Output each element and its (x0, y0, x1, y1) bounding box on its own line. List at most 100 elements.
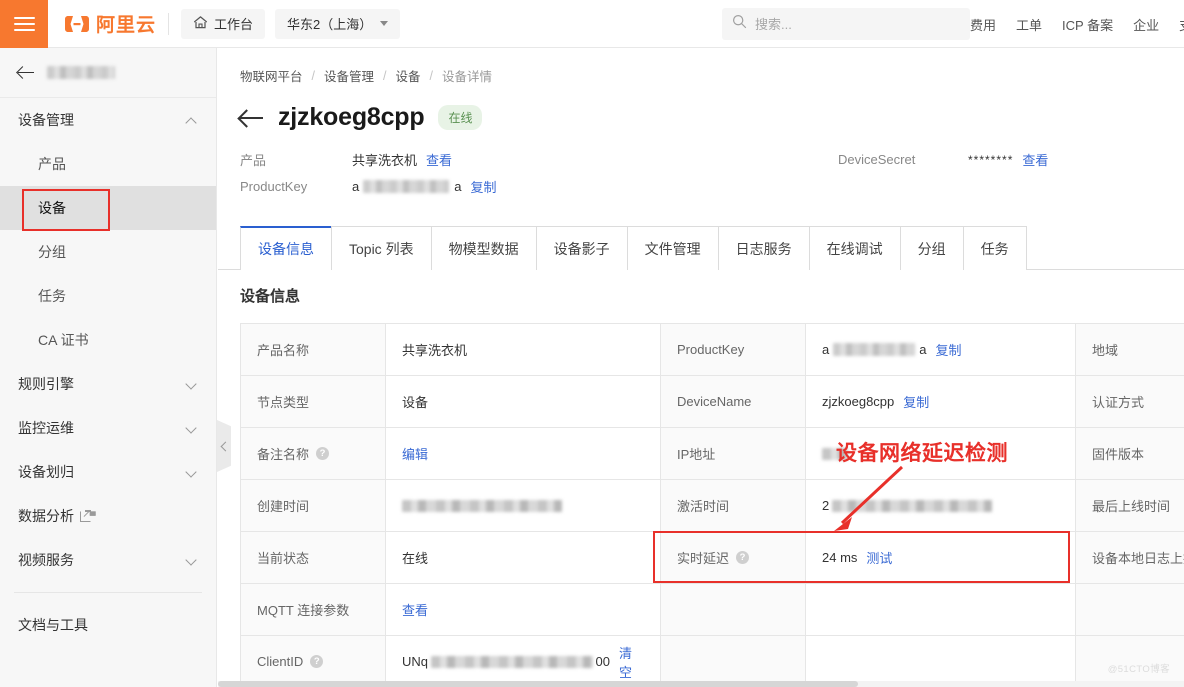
breadcrumb-item-2[interactable]: 设备 (396, 66, 421, 85)
nav-item-2[interactable]: ICP 备案 (1062, 15, 1113, 34)
tab-device-info[interactable]: 设备信息 (240, 226, 332, 270)
view-device-secret-link[interactable]: 查看 (1022, 150, 1048, 169)
sidebar-collapse-handle[interactable] (217, 420, 231, 472)
tab-tsl-data[interactable]: 物模型数据 (431, 226, 537, 270)
external-link-icon (80, 511, 91, 522)
meta-label: ProductKey (240, 179, 352, 194)
sidebar-group-label: 设备管理 (18, 110, 74, 130)
cell-value: 在线 (386, 532, 661, 583)
sidebar-instance-name-redacted (47, 66, 115, 79)
view-product-link[interactable]: 查看 (426, 150, 452, 169)
status-badge: 在线 (438, 105, 482, 130)
sidebar-item-docs-and-tools[interactable]: 文档与工具 (0, 603, 216, 647)
sidebar-item-products[interactable]: 产品 (0, 142, 216, 186)
tab-log-service[interactable]: 日志服务 (718, 226, 810, 270)
sidebar-item-jobs[interactable]: 任务 (0, 274, 216, 318)
sidebar-group-rules-engine[interactable]: 规则引擎 (0, 362, 216, 406)
region-selector[interactable]: 华东2（上海） (275, 9, 400, 39)
sidebar-separator (14, 592, 202, 593)
chevron-down-icon (187, 467, 198, 478)
edit-nickname-link[interactable]: 编辑 (402, 444, 428, 463)
cell-value-empty (806, 636, 1076, 687)
cell-label: 固件版本 (1076, 428, 1184, 479)
sidebar-item-label: CA 证书 (38, 330, 89, 350)
value-text: 在线 (402, 548, 428, 567)
tab-bar: 设备信息 Topic 列表 物模型数据 设备影子 文件管理 日志服务 在线调试 … (218, 226, 1184, 270)
tab-device-shadow[interactable]: 设备影子 (536, 226, 628, 270)
cell-value (386, 480, 661, 531)
cell-value: 编辑 (386, 428, 661, 479)
aliyun-logo-icon (64, 11, 90, 37)
breadcrumb-item-0[interactable]: 物联网平台 (240, 66, 303, 85)
cell-label: MQTT 连接参数 (241, 584, 386, 635)
tab-label: Topic 列表 (349, 239, 414, 259)
sidebar-group-device-management[interactable]: 设备管理 (0, 98, 216, 142)
label-text: 固件版本 (1092, 444, 1144, 463)
cell-value: 查看 (386, 584, 661, 635)
search-input[interactable] (755, 17, 960, 32)
tab-online-debug[interactable]: 在线调试 (809, 226, 901, 270)
label-text: 当前状态 (257, 548, 309, 567)
label-text: 产品名称 (257, 340, 309, 359)
help-icon[interactable]: ? (736, 551, 749, 564)
cell-label: 备注名称 ? (241, 428, 386, 479)
cell-value: a a 复制 (806, 324, 1076, 375)
sidebar-item-label: 文档与工具 (18, 615, 88, 635)
value-text: 设备 (402, 392, 428, 411)
tab-file-management[interactable]: 文件管理 (627, 226, 719, 270)
cell-label: 创建时间 (241, 480, 386, 531)
sidebar-group-data-analysis[interactable]: 数据分析 (0, 494, 216, 538)
hamburger-icon[interactable] (0, 0, 48, 48)
global-search[interactable] (722, 8, 970, 40)
breadcrumb-separator: / (430, 69, 433, 83)
copy-link[interactable]: 复制 (935, 340, 961, 359)
meta-label: DeviceSecret (838, 152, 968, 167)
meta-value-prefix: a (352, 179, 359, 194)
copy-link[interactable]: 复制 (903, 392, 929, 411)
main-content: 物联网平台 / 设备管理 / 设备 / 设备详情 zjzkoeg8cpp 在线 … (218, 48, 1184, 687)
help-icon[interactable]: ? (310, 655, 323, 668)
workbench-button[interactable]: 工作台 (181, 9, 265, 39)
table-row: 当前状态 在线 实时延迟 ? 24 ms 测试 设备本地日志上报 (241, 532, 1184, 584)
value-text: a (822, 342, 829, 357)
nav-item-4[interactable]: 支 (1179, 15, 1184, 34)
tab-jobs[interactable]: 任务 (963, 226, 1027, 270)
page-back-button[interactable] (240, 108, 264, 128)
workbench-label: 工作台 (214, 14, 253, 33)
breadcrumb-separator: / (312, 69, 315, 83)
cell-label: DeviceName (661, 376, 806, 427)
help-icon[interactable]: ? (316, 447, 329, 460)
sidebar-group-monitoring[interactable]: 监控运维 (0, 406, 216, 450)
horizontal-scrollbar[interactable] (218, 681, 1184, 687)
section-title: 设备信息 (240, 285, 300, 306)
sidebar-item-label: 产品 (38, 154, 66, 174)
sidebar-back-button[interactable] (0, 48, 216, 98)
tab-groups[interactable]: 分组 (900, 226, 964, 270)
nav-item-0[interactable]: 费用 (970, 15, 996, 34)
chevron-down-icon (187, 379, 198, 390)
clear-client-id-link[interactable]: 清空 (619, 643, 644, 681)
sidebar-item-ca-certificate[interactable]: CA 证书 (0, 318, 216, 362)
brand-logo[interactable]: 阿里云 (64, 10, 156, 37)
breadcrumb-item-1[interactable]: 设备管理 (324, 66, 374, 85)
cell-label-latency: 实时延迟 ? (661, 532, 806, 583)
view-mqtt-params-link[interactable]: 查看 (402, 600, 428, 619)
create-time-redacted (402, 500, 562, 512)
sidebar-group-video-service[interactable]: 视频服务 (0, 538, 216, 582)
tab-label: 设备影子 (554, 239, 610, 259)
label-text: 激活时间 (677, 496, 729, 515)
nav-item-1[interactable]: 工单 (1016, 15, 1042, 34)
tab-topic-list[interactable]: Topic 列表 (331, 226, 432, 270)
cell-value: 共享洗衣机 (386, 324, 661, 375)
tab-label: 分组 (918, 239, 946, 259)
sidebar-group-device-assignment[interactable]: 设备划归 (0, 450, 216, 494)
latency-test-link[interactable]: 测试 (866, 548, 892, 567)
sidebar-item-devices[interactable]: 设备 (0, 186, 216, 230)
sidebar-item-groups[interactable]: 分组 (0, 230, 216, 274)
tab-label: 物模型数据 (449, 239, 519, 259)
table-row: 备注名称 ? 编辑 IP地址 固件版本 (241, 428, 1184, 480)
meta-row-product-key: ProductKey a a 复制 (240, 173, 1184, 200)
nav-item-3[interactable]: 企业 (1133, 15, 1159, 34)
device-secret-masked: ******** (968, 153, 1013, 167)
copy-product-key-link[interactable]: 复制 (470, 177, 496, 196)
